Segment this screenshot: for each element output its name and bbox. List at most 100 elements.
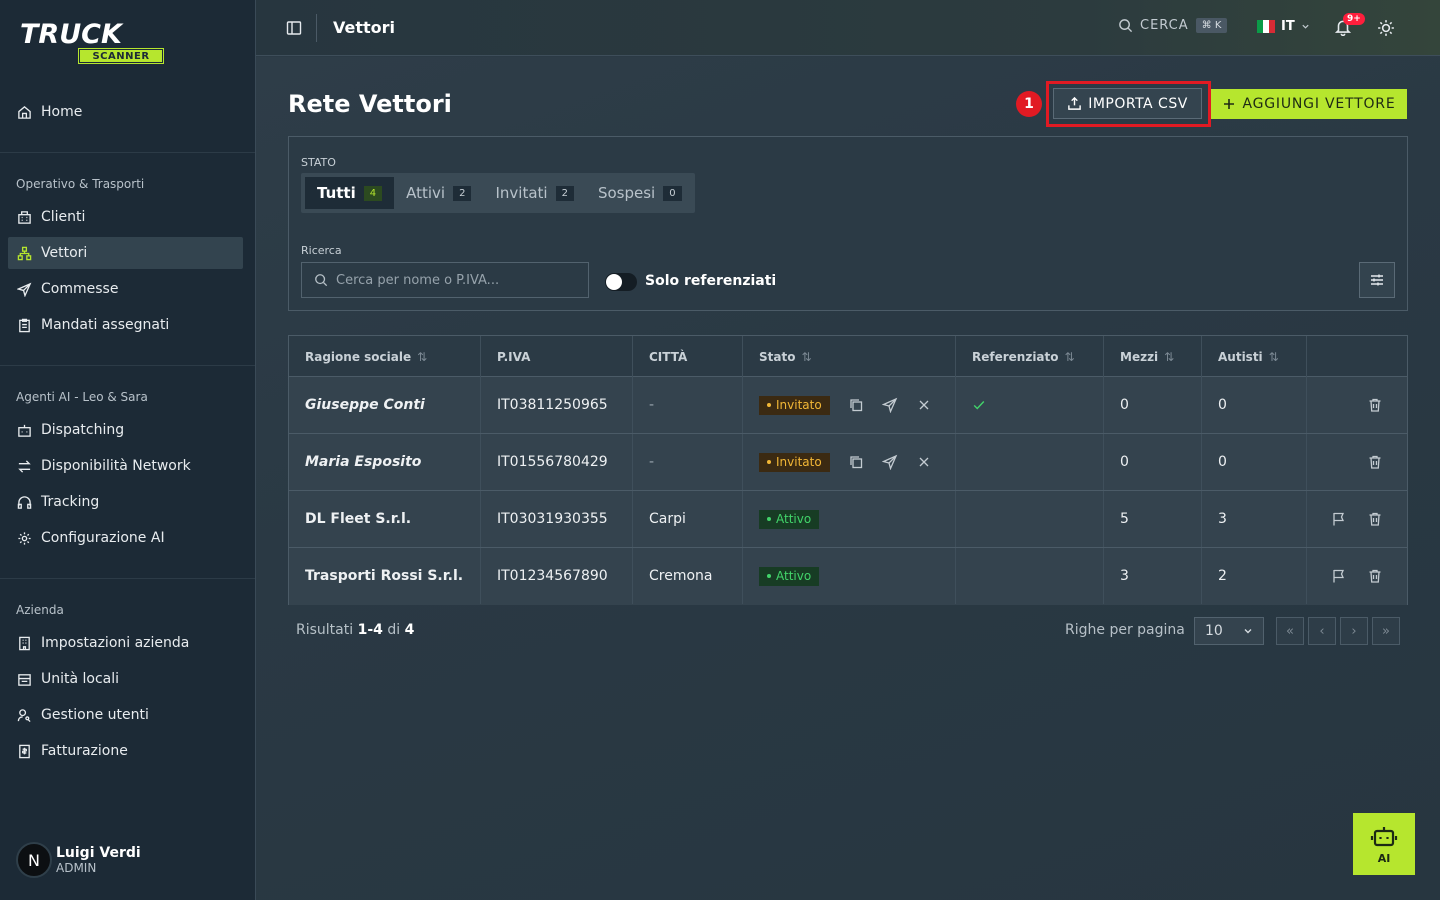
tab-sospesi[interactable]: Sospesi 0: [586, 177, 694, 209]
robot-icon: [1370, 826, 1398, 846]
sliders-icon: [1371, 274, 1383, 286]
column-header-referenziato[interactable]: Referenziato ⇅: [956, 336, 1104, 377]
carrier-vehicles: 3: [1104, 548, 1202, 604]
carrier-name[interactable]: Maria Esposito: [289, 434, 481, 490]
sidebar-item-vettori[interactable]: Vettori: [8, 237, 243, 269]
double-chevron-right-icon: »: [1382, 623, 1390, 639]
user-role: ADMIN: [56, 861, 97, 875]
rows-per-page-select[interactable]: 10: [1194, 617, 1264, 645]
carrier-piva: IT03031930355: [481, 491, 633, 547]
logo-text-bottom: SCANNER: [78, 48, 164, 64]
sidebar-item-dispatching[interactable]: Dispatching: [8, 414, 243, 446]
carrier-name[interactable]: Giuseppe Conti: [289, 377, 481, 433]
topbar: Vettori CERCA ⌘ K IT 9+: [256, 0, 1440, 56]
sidebar-item-label: Home: [41, 104, 83, 120]
carrier-drivers: 0: [1202, 377, 1307, 433]
sidebar-item-unita-locali[interactable]: Unità locali: [8, 663, 243, 695]
referenced-only-toggle[interactable]: [605, 273, 637, 291]
results-total: 4: [404, 622, 415, 638]
add-carrier-button[interactable]: AGGIUNGI VETTORE: [1211, 89, 1407, 119]
check-icon: [973, 401, 985, 410]
upload-icon: [1068, 96, 1082, 110]
sidebar-item-fatturazione[interactable]: Fatturazione: [8, 735, 243, 767]
carrier-search-field[interactable]: [301, 262, 589, 298]
flag-icon[interactable]: [1331, 568, 1347, 584]
column-label: P.IVA: [497, 349, 531, 364]
carrier-referenced-cell: [956, 377, 1104, 433]
carrier-vehicles: 0: [1104, 434, 1202, 490]
sidebar-item-gestione-utenti[interactable]: Gestione utenti: [8, 699, 243, 731]
flag-icon[interactable]: [1331, 511, 1347, 527]
next-page-button[interactable]: ›: [1340, 617, 1368, 645]
global-search-button[interactable]: CERCA ⌘ K: [1118, 18, 1228, 33]
status-badge: Attivo: [759, 566, 820, 586]
sidebar-item-label: Configurazione AI: [41, 530, 165, 546]
truck-scanner-logo[interactable]: TRUCK SCANNER: [20, 21, 165, 66]
carrier-name[interactable]: DL Fleet S.r.l.: [289, 491, 481, 547]
column-label: Autisti: [1218, 349, 1263, 364]
table-row[interactable]: DL Fleet S.r.l. IT03031930355 Carpi Atti…: [289, 491, 1407, 548]
ai-assistant-button[interactable]: AI: [1353, 813, 1415, 875]
carrier-search-input[interactable]: [336, 272, 576, 288]
import-csv-button[interactable]: IMPORTA CSV: [1053, 88, 1202, 119]
column-label: Ragione sociale: [305, 349, 412, 364]
sidebar-item-mandati[interactable]: Mandati assegnati: [8, 309, 243, 341]
trash-icon[interactable]: [1367, 397, 1383, 413]
copy-icon[interactable]: [848, 454, 864, 470]
arrows-swap-icon: [18, 459, 31, 473]
last-page-button[interactable]: »: [1372, 617, 1400, 645]
sidebar-item-config-ai[interactable]: Configurazione AI: [8, 522, 243, 554]
trash-icon[interactable]: [1367, 454, 1383, 470]
close-icon[interactable]: [916, 397, 932, 413]
clipboard-icon: [19, 318, 30, 332]
annotation-marker: 1: [1016, 91, 1042, 117]
carrier-status-cell: Invitato: [743, 377, 956, 433]
first-page-button[interactable]: «: [1276, 617, 1304, 645]
sidebar-toggle-icon[interactable]: [286, 20, 302, 36]
search-icon: [315, 274, 328, 287]
sidebar-item-label: Vettori: [41, 245, 88, 261]
sidebar-item-impostazioni[interactable]: Impostazioni azienda: [8, 627, 243, 659]
filters-panel: STATO Tutti 4 Attivi 2 Invitati 2 Sospes…: [288, 136, 1408, 311]
sidebar-item-disponibilita[interactable]: Disponibilità Network: [8, 450, 243, 482]
carrier-referenced-cell: [956, 434, 1104, 490]
sun-icon[interactable]: [1377, 19, 1395, 37]
tab-invitati[interactable]: Invitati 2: [483, 177, 585, 209]
sidebar-item-label: Clienti: [41, 209, 86, 225]
send-icon[interactable]: [881, 397, 898, 413]
close-icon[interactable]: [916, 454, 932, 470]
sidebar-item-clienti[interactable]: Clienti: [8, 201, 243, 233]
chevron-right-icon: ›: [1351, 623, 1357, 639]
carrier-referenced-cell: [956, 548, 1104, 604]
sidebar-item-commesse[interactable]: Commesse: [8, 273, 243, 305]
language-selector[interactable]: IT: [1257, 19, 1310, 34]
sidebar-item-label: Dispatching: [41, 422, 125, 438]
user-profile[interactable]: N Luigi Verdi ADMIN: [16, 842, 141, 878]
copy-icon[interactable]: [848, 397, 864, 413]
prev-page-button[interactable]: ‹: [1308, 617, 1336, 645]
tab-label: Tutti: [317, 184, 356, 202]
table-row[interactable]: Giuseppe Conti IT03811250965 - Invitato …: [289, 377, 1407, 434]
status-badge: Invitato: [759, 452, 830, 472]
trash-icon[interactable]: [1367, 511, 1383, 527]
column-header-stato[interactable]: Stato ⇅: [743, 336, 956, 377]
trash-icon[interactable]: [1367, 568, 1383, 584]
table-row[interactable]: Maria Esposito IT01556780429 - Invitato …: [289, 434, 1407, 491]
sidebar-item-home[interactable]: Home: [8, 96, 243, 128]
column-header-ragione-sociale[interactable]: Ragione sociale ⇅: [289, 336, 481, 377]
status-tabs: Tutti 4 Attivi 2 Invitati 2 Sospesi 0: [301, 173, 695, 213]
sidebar-item-label: Gestione utenti: [41, 707, 149, 723]
carrier-drivers: 0: [1202, 434, 1307, 490]
sort-icon: ⇅: [1164, 349, 1175, 364]
carrier-name[interactable]: Trasporti Rossi S.r.l.: [289, 548, 481, 604]
sidebar-item-tracking[interactable]: Tracking: [8, 486, 243, 518]
column-header-mezzi[interactable]: Mezzi ⇅: [1104, 336, 1202, 377]
tab-attivi[interactable]: Attivi 2: [394, 177, 483, 209]
column-label: Mezzi: [1120, 349, 1159, 364]
tab-tutti[interactable]: Tutti 4: [305, 177, 395, 209]
carrier-city: -: [633, 434, 743, 490]
column-header-autisti[interactable]: Autisti ⇅: [1202, 336, 1307, 377]
table-row[interactable]: Trasporti Rossi S.r.l. IT01234567890 Cre…: [289, 548, 1407, 605]
advanced-filters-button[interactable]: [1359, 262, 1395, 298]
send-icon[interactable]: [881, 454, 898, 470]
